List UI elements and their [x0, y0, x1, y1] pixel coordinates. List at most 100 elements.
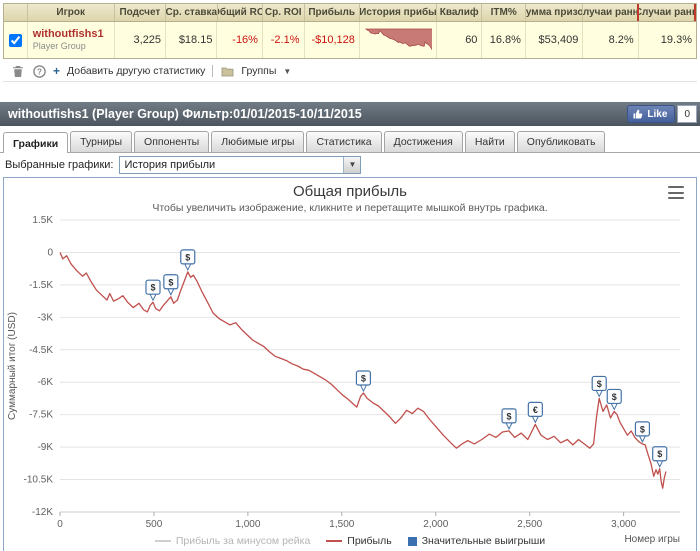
delete-button[interactable] — [11, 64, 25, 78]
legend-square-icon — [407, 536, 417, 546]
column-header-player[interactable]: Игрок — [28, 4, 115, 21]
profit-chart[interactable]: 1.5K 0 -1.5K -3K -4.5K -6K -7.5K -9K -10.5K -12K 0… — [4, 216, 696, 532]
profit-chart-panel: Общая прибыль Чтобы увеличить изображени… — [3, 177, 697, 551]
tab-favorite-games[interactable]: Любимые игры — [211, 131, 305, 152]
cell-itm: 16.8% — [482, 22, 526, 58]
legend-item[interactable]: Прибыль — [326, 535, 392, 547]
tab-bar: Графики Турниры Оппоненты Любимые игры С… — [0, 129, 700, 153]
graph-select[interactable]: История прибыли ▼ — [119, 155, 362, 174]
tab-publish[interactable]: Опубликовать — [516, 131, 606, 152]
column-header-early-cashes-1[interactable]: Случаи ранне — [583, 4, 639, 21]
row-checkbox[interactable] — [8, 33, 22, 47]
player-subtitle: Player Group — [32, 41, 86, 51]
stats-table-header: Игрок Подсчет Ср. ставка Общий ROI Ср. R… — [4, 4, 696, 22]
svg-text:$: $ — [657, 449, 662, 459]
plus-icon: + — [53, 64, 61, 78]
svg-text:$: $ — [507, 411, 512, 421]
tab-find[interactable]: Найти — [464, 131, 515, 152]
svg-text:$: $ — [185, 252, 190, 262]
svg-text:$: $ — [597, 379, 602, 389]
svg-text:2,500: 2,500 — [517, 519, 542, 530]
table-toolbar: ? + Добавить другую статистику Группы ▼ — [3, 62, 697, 82]
cell-count: 3,225 — [115, 22, 167, 58]
svg-text:-4.5K: -4.5K — [29, 345, 53, 356]
legend-label: Значительные выигрыши — [421, 535, 546, 547]
chart-legend: Прибыль за минусом рейка Прибыль Значитель… — [4, 535, 696, 547]
svg-text:$: $ — [150, 283, 155, 293]
svg-text:$: $ — [361, 374, 366, 384]
add-statistic-link[interactable]: Добавить другую статистику — [67, 65, 205, 77]
svg-text:-6K: -6K — [37, 377, 53, 388]
legend-item[interactable]: Прибыль за минусом рейка — [154, 535, 311, 547]
tab-achievements[interactable]: Достижения — [383, 131, 463, 152]
facebook-like-count: 0 — [677, 105, 697, 123]
cell-prizes: $53,409 — [526, 22, 584, 58]
svg-text:2,000: 2,000 — [423, 519, 448, 530]
svg-text:€: € — [533, 405, 538, 415]
svg-text:$: $ — [640, 424, 645, 434]
svg-text:-10.5K: -10.5K — [24, 475, 54, 486]
column-header-count[interactable]: Подсчет — [115, 4, 167, 21]
svg-text:-12K: -12K — [32, 507, 53, 518]
svg-text:0: 0 — [57, 519, 63, 530]
column-header-profit[interactable]: Прибыль — [305, 4, 360, 21]
svg-text:$: $ — [612, 392, 617, 402]
tab-statistics[interactable]: Статистика — [306, 131, 382, 152]
legend-label: Прибыль — [347, 535, 392, 547]
thumb-up-icon — [633, 109, 643, 119]
svg-text:3,000: 3,000 — [611, 519, 636, 530]
legend-line-icon — [154, 540, 171, 542]
cell-total-roi: -16% — [217, 22, 263, 58]
help-icon: ? — [32, 64, 46, 78]
tab-charts[interactable]: Графики — [3, 132, 69, 153]
svg-text:-9K: -9K — [37, 442, 53, 453]
graph-select-value: История прибыли — [124, 158, 216, 171]
select-dropdown-arrow[interactable]: ▼ — [343, 156, 361, 173]
trash-icon — [13, 65, 23, 77]
facebook-widget: Like 0 — [627, 105, 697, 123]
cell-early-cashes-1: 8.2% — [583, 22, 639, 58]
cell-profit-history — [360, 22, 437, 58]
svg-text:$: $ — [168, 277, 173, 287]
toolbar-divider — [212, 65, 214, 77]
facebook-like-label: Like — [647, 108, 668, 120]
svg-text:0: 0 — [47, 247, 53, 258]
stats-table: Игрок Подсчет Ср. ставка Общий ROI Ср. R… — [3, 3, 697, 59]
legend-label: Прибыль за минусом рейка — [175, 535, 311, 547]
cell-avg-stake: $18.15 — [166, 22, 218, 58]
graph-selector-label: Выбранные графики: — [5, 158, 114, 171]
tab-opponents[interactable]: Оппоненты — [134, 131, 210, 152]
column-header-avg-stake[interactable]: Ср. ставка — [166, 4, 218, 21]
page-title: withoutfishs1 (Player Group) Фильтр:01/0… — [8, 107, 362, 121]
tab-tournaments[interactable]: Турниры — [70, 131, 133, 152]
legend-item[interactable]: Значительные выигрыши — [407, 535, 546, 547]
svg-text:1.5K: 1.5K — [32, 216, 53, 226]
column-header-prizes[interactable]: Сумма призов — [526, 4, 584, 21]
facebook-like-button[interactable]: Like — [627, 105, 676, 123]
profit-sparkline — [364, 28, 432, 51]
column-header-itm[interactable]: ITM% — [482, 4, 526, 21]
svg-text:1,000: 1,000 — [235, 519, 260, 530]
chart-menu-icon[interactable] — [666, 185, 686, 200]
svg-text:500: 500 — [146, 519, 163, 530]
player-name[interactable]: withoutfishs1 — [33, 28, 104, 41]
column-header-early-cashes-2[interactable]: Случаи ранн — [639, 4, 696, 21]
column-header-profit-history[interactable]: История прибы — [360, 4, 437, 21]
player-cell[interactable]: withoutfishs1 Player Group — [28, 22, 115, 58]
svg-text:-3K: -3K — [37, 312, 53, 323]
svg-text:-7.5K: -7.5K — [29, 410, 53, 421]
svg-text:?: ? — [37, 67, 42, 76]
column-header-total-roi[interactable]: Общий ROI — [218, 4, 263, 21]
chart-title: Общая прибыль — [292, 183, 408, 200]
help-button[interactable]: ? — [32, 64, 46, 78]
x-axis-title: Номер игры — [624, 534, 680, 545]
groups-button[interactable]: Группы — [241, 65, 276, 77]
y-axis-title: Суммарный итог (USD) — [7, 312, 18, 420]
graph-selector-row: Выбранные графики: История прибыли ▼ — [0, 153, 700, 175]
table-row: withoutfishs1 Player Group 3,225 $18.15 … — [4, 22, 696, 58]
chart-subtitle: Чтобы увеличить изображение, кликните и … — [152, 202, 548, 214]
checkbox-cell — [4, 22, 28, 58]
column-header-qualified[interactable]: Квалиф — [437, 4, 483, 21]
column-header-avg-roi[interactable]: Ср. ROI — [263, 4, 305, 21]
svg-text:-1.5K: -1.5K — [29, 280, 53, 291]
